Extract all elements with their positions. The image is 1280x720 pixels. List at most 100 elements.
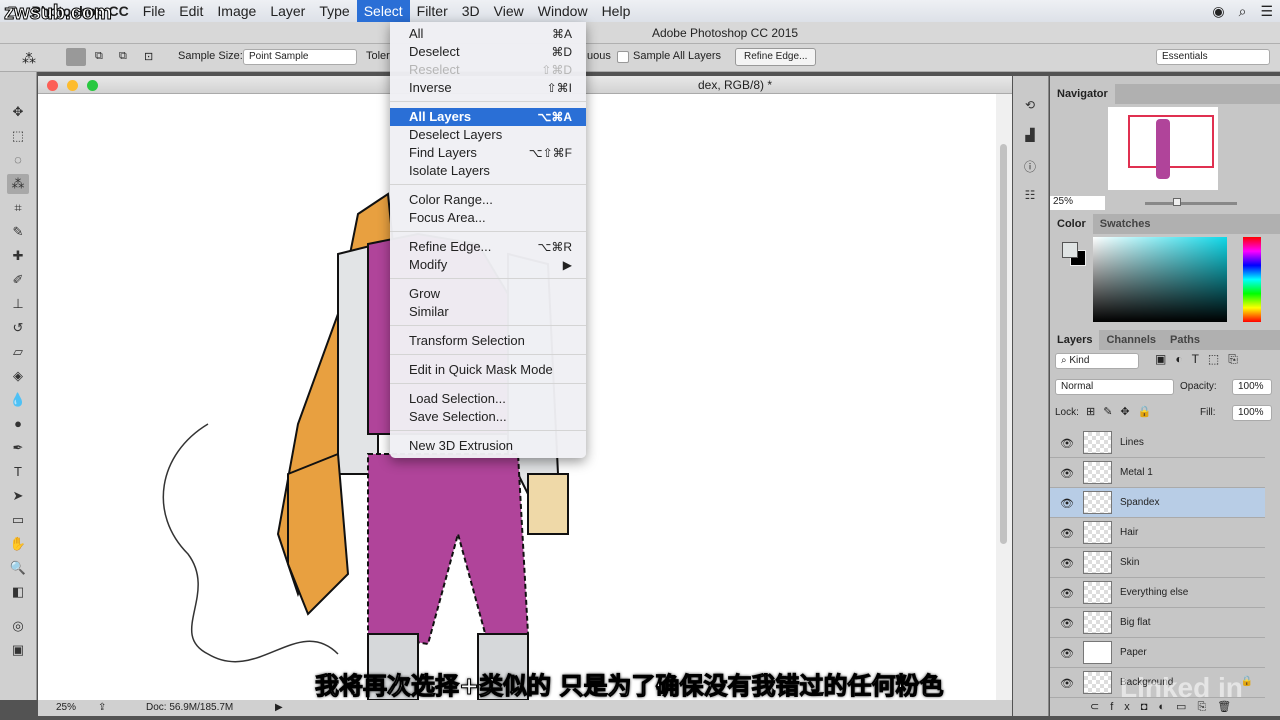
menu-image[interactable]: Image (210, 0, 263, 22)
lasso-tool-icon[interactable]: ◌ (7, 150, 29, 170)
hue-slider[interactable] (1243, 237, 1261, 322)
tab-swatches[interactable]: Swatches (1093, 214, 1158, 234)
menu-item-all-layers[interactable]: All Layers ⌥⌘A (390, 108, 586, 126)
layer-filter-icons[interactable]: ▣◐T⬚⎘ (1155, 352, 1247, 367)
intersect-selection-icon[interactable]: ⊡ (144, 50, 153, 63)
refine-edge-button[interactable]: Refine Edge... (735, 48, 817, 66)
foreground-color-swatch[interactable] (1062, 242, 1078, 258)
dodge-tool-icon[interactable]: ● (7, 414, 29, 434)
menu-item-grow[interactable]: Grow (390, 285, 586, 303)
layer-filter-select[interactable]: ⌕ Kind (1055, 353, 1139, 369)
menu-type[interactable]: Type (312, 0, 356, 22)
shape-tool-icon[interactable]: ▭ (7, 510, 29, 530)
navigator-zoom-field[interactable]: 25% (1050, 196, 1105, 210)
spotlight-search-icon[interactable]: ⌕ (1232, 0, 1254, 22)
menu-item-deselect[interactable]: Deselect ⌘D (390, 43, 586, 61)
menu-window[interactable]: Window (531, 0, 595, 22)
menu-item-transform-selection[interactable]: Transform Selection (390, 332, 586, 350)
menu-item-load-selection[interactable]: Load Selection... (390, 390, 586, 408)
navigator-preview[interactable] (1108, 107, 1218, 190)
menu-item-inverse[interactable]: Inverse ⇧⌘I (390, 79, 586, 97)
history-icon[interactable]: ⟲ (1017, 98, 1043, 120)
add-selection-icon[interactable]: ⧉ (95, 50, 103, 63)
visibility-eye-icon[interactable]: 👁 (1060, 467, 1074, 480)
menu-item-modify[interactable]: Modify ▶ (390, 256, 586, 274)
screen-mode-icon[interactable]: ▣ (7, 640, 29, 660)
menu-item-edit-in-quick-mask-mode[interactable]: Edit in Quick Mask Mode (390, 361, 586, 379)
tab-channels[interactable]: Channels (1099, 330, 1163, 350)
visibility-eye-icon[interactable]: 👁 (1060, 497, 1074, 510)
sample-all-layers-checkbox[interactable] (617, 51, 629, 63)
navigator-zoom-slider[interactable] (1145, 198, 1237, 206)
layer-row[interactable]: 👁 Lines (1050, 428, 1265, 458)
visibility-eye-icon[interactable]: 👁 (1060, 437, 1074, 450)
menu-item-save-selection[interactable]: Save Selection... (390, 408, 586, 426)
move-tool-icon[interactable]: ✥ (7, 102, 29, 122)
type-tool-icon[interactable]: T (7, 462, 29, 482)
creative-cloud-icon[interactable]: ◉ (1205, 0, 1231, 22)
share-icon[interactable]: ⇪ (98, 700, 106, 716)
quick-mask-icon[interactable]: ◎ (7, 616, 29, 636)
tab-layers[interactable]: Layers (1050, 330, 1100, 350)
healing-brush-icon[interactable]: ✚ (7, 246, 29, 266)
zoom-tool-icon[interactable]: 🔍 (7, 558, 29, 578)
zoom-level[interactable]: 25% (56, 700, 76, 716)
visibility-eye-icon[interactable]: 👁 (1060, 677, 1074, 690)
paint-bucket-icon[interactable]: ◈ (7, 366, 29, 386)
minimize-window-icon[interactable] (67, 80, 78, 91)
fill-field[interactable]: 100% (1232, 405, 1272, 421)
visibility-eye-icon[interactable]: 👁 (1060, 527, 1074, 540)
color-swatches-icon[interactable]: ◧ (7, 582, 29, 612)
menu-help[interactable]: Help (595, 0, 638, 22)
close-window-icon[interactable] (47, 80, 58, 91)
menu-item-all[interactable]: All ⌘A (390, 25, 586, 43)
visibility-eye-icon[interactable]: 👁 (1060, 587, 1074, 600)
menu-select[interactable]: Select (356, 0, 410, 22)
pen-tool-icon[interactable]: ✒ (7, 438, 29, 458)
lock-icons[interactable]: ⊞✎✥🔒 (1086, 405, 1159, 418)
menu-layer[interactable]: Layer (263, 0, 312, 22)
stamp-tool-icon[interactable]: ⊥ (7, 294, 29, 314)
layer-row[interactable]: 👁 Everything else (1050, 578, 1265, 608)
subtract-selection-icon[interactable]: ⧉ (119, 50, 127, 63)
marquee-tool-icon[interactable]: ⬚ (7, 126, 29, 146)
new-selection-icon[interactable] (66, 48, 86, 66)
menu-item-refine-edge[interactable]: Refine Edge... ⌥⌘R (390, 238, 586, 256)
visibility-eye-icon[interactable]: 👁 (1060, 647, 1074, 660)
menu-item-similar[interactable]: Similar (390, 303, 586, 321)
visibility-eye-icon[interactable]: 👁 (1060, 617, 1074, 630)
tab-navigator[interactable]: Navigator (1050, 84, 1115, 104)
list-icon[interactable]: ☰ (1253, 0, 1280, 22)
zoom-window-icon[interactable] (87, 80, 98, 91)
info-icon[interactable]: ⓘ (1017, 158, 1043, 180)
tab-paths[interactable]: Paths (1163, 330, 1207, 350)
layer-row[interactable]: 👁 Spandex (1050, 488, 1265, 518)
menu-item-color-range[interactable]: Color Range... (390, 191, 586, 209)
vertical-scrollbar[interactable] (996, 94, 1012, 700)
magic-wand-tool-icon[interactable]: ⁂ (7, 174, 29, 194)
menu-file[interactable]: File (136, 0, 173, 22)
blend-mode-select[interactable]: Normal (1055, 379, 1174, 395)
blur-tool-icon[interactable]: 💧 (7, 390, 29, 410)
histogram-icon[interactable]: ▟ (1017, 128, 1043, 150)
layer-row[interactable]: 👁 Skin (1050, 548, 1265, 578)
layer-row[interactable]: 👁 Paper (1050, 638, 1265, 668)
eyedropper-tool-icon[interactable]: ✎ (7, 222, 29, 242)
menu-3d[interactable]: 3D (455, 0, 487, 22)
layer-row[interactable]: 👁 Hair (1050, 518, 1265, 548)
hand-tool-icon[interactable]: ✋ (7, 534, 29, 554)
layer-row[interactable]: 👁 Big flat (1050, 608, 1265, 638)
brush-tool-icon[interactable]: ✐ (7, 270, 29, 290)
menu-view[interactable]: View (487, 0, 531, 22)
eraser-tool-icon[interactable]: ▱ (7, 342, 29, 362)
history-brush-icon[interactable]: ↺ (7, 318, 29, 338)
menu-filter[interactable]: Filter (410, 0, 455, 22)
properties-icon[interactable]: ☷ (1017, 188, 1043, 210)
magic-wand-icon[interactable]: ⁂ (22, 50, 36, 67)
status-menu-arrow-icon[interactable]: ▶ (275, 700, 283, 716)
color-field[interactable] (1093, 237, 1227, 322)
menu-item-focus-area[interactable]: Focus Area... (390, 209, 586, 227)
path-selection-icon[interactable]: ➤ (7, 486, 29, 506)
menu-edit[interactable]: Edit (172, 0, 210, 22)
tab-color[interactable]: Color (1050, 214, 1093, 234)
